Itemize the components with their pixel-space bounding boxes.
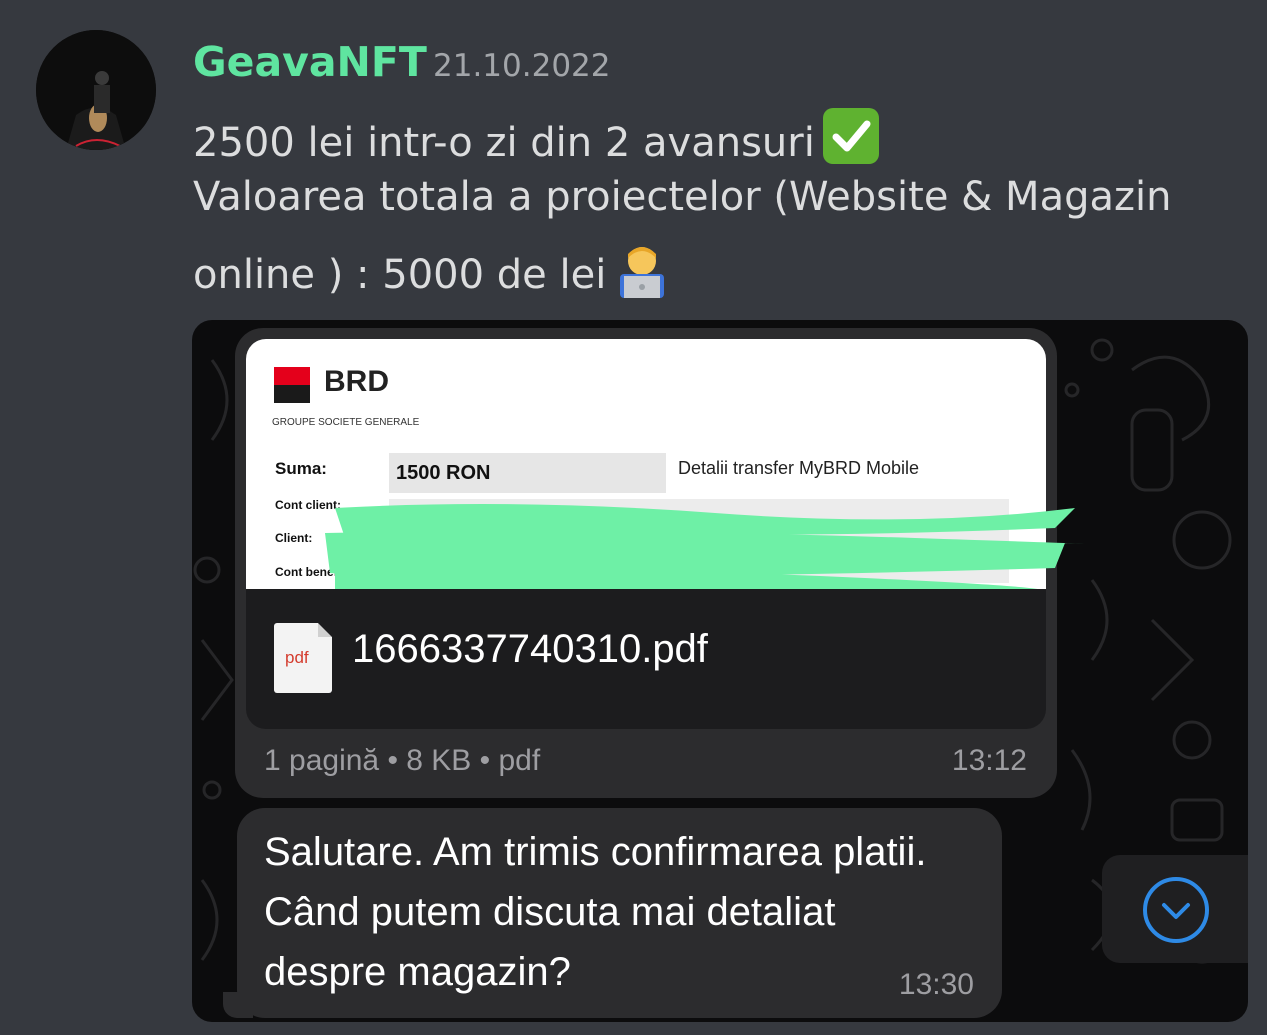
bubble-tail — [223, 992, 253, 1018]
bank-name: BRD — [324, 365, 389, 398]
message-line-1: 2500 lei intr-o zi din 2 avansuri — [193, 108, 879, 166]
file-row[interactable]: pdf 1666337740310.pdf — [246, 589, 1046, 729]
pdf-icon-label: pdf — [285, 648, 309, 667]
label-client: Client: — [275, 531, 313, 545]
file-message-time: 13:12 — [951, 744, 1027, 777]
username[interactable]: GeavaNFT — [193, 38, 427, 86]
file-message-bubble[interactable]: BRD GROUPE SOCIETE GENERALE Suma: 1500 R… — [235, 328, 1085, 798]
technologist-emoji-icon — [616, 244, 668, 298]
file-meta: 1 pagină • 8 KB • pdf — [264, 744, 541, 777]
pdf-file-icon: pdf — [274, 623, 332, 693]
document-title: Detalii transfer MyBRD Mobile — [678, 458, 920, 478]
message-line-3: online ) : 5000 de lei — [193, 244, 668, 298]
reply-message-text: Salutare. Am trimis confirmarea platii. … — [264, 830, 927, 994]
brd-logo-icon — [274, 367, 310, 403]
message-line-2: Valoarea totala a proiectelor (Website &… — [193, 174, 1172, 220]
message-text-1: 2500 lei intr-o zi din 2 avansuri — [193, 120, 815, 166]
chevron-down-icon — [1143, 877, 1209, 943]
reply-message-bubble[interactable]: Salutare. Am trimis confirmarea platii. … — [223, 808, 1002, 1018]
file-name[interactable]: 1666337740310.pdf — [352, 627, 708, 672]
message-timestamp: 21.10.2022 — [433, 48, 611, 84]
check-mark-emoji-icon — [822, 108, 879, 164]
user-avatar[interactable] — [36, 30, 156, 150]
embedded-image[interactable]: BRD GROUPE SOCIETE GENERALE Suma: 1500 R… — [192, 320, 1248, 1022]
label-sum: Suma: — [275, 459, 327, 478]
scroll-down-button[interactable] — [1102, 855, 1248, 963]
avatar-image — [36, 30, 156, 150]
message-text-3: online ) : 5000 de lei — [193, 252, 607, 298]
reply-message-time: 13:30 — [898, 968, 974, 1001]
amount-value: 1500 RON — [396, 462, 491, 484]
bank-subtitle: GROUPE SOCIETE GENERALE — [272, 417, 420, 428]
